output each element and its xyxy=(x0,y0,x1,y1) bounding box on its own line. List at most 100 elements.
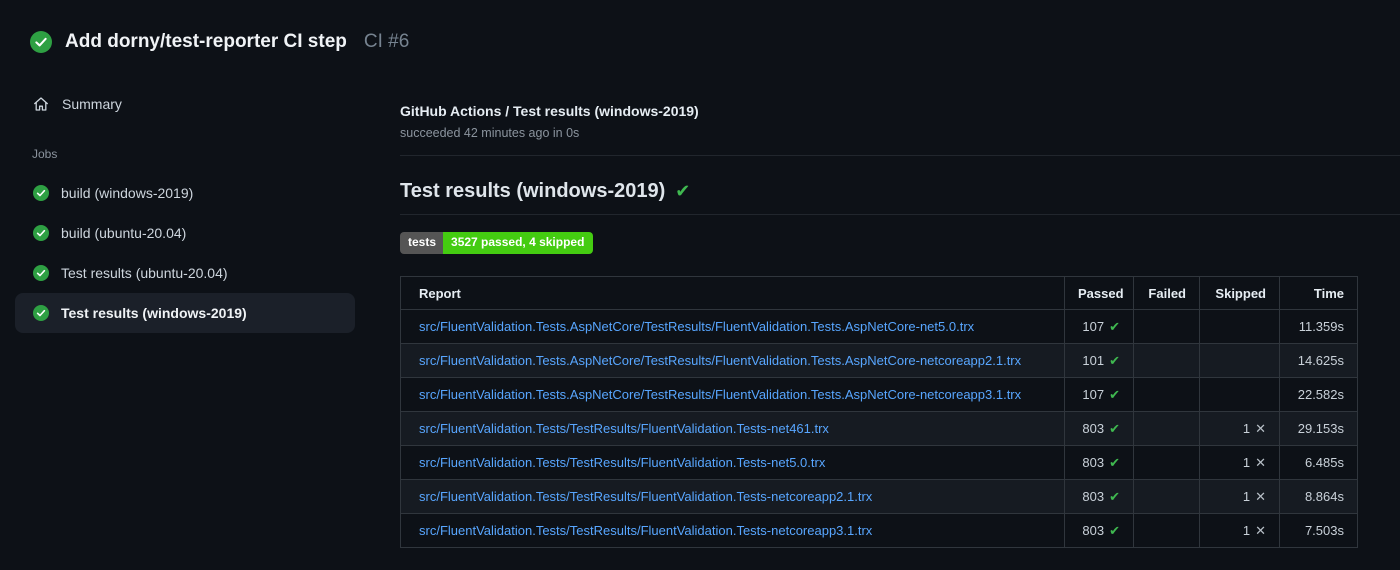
table-header-row: Report Passed Failed Skipped Time xyxy=(400,276,1358,310)
jobs-list: build (windows-2019) build (ubuntu-20.04… xyxy=(15,173,355,333)
time-value: 14.625s xyxy=(1297,353,1344,368)
failed-cell xyxy=(1133,377,1200,412)
tests-badge: tests 3527 passed, 4 skipped xyxy=(400,232,594,254)
report-link[interactable]: src/FluentValidation.Tests/TestResults/F… xyxy=(419,523,872,538)
job-label: build (ubuntu-20.04) xyxy=(61,225,187,241)
time-cell: 22.582s xyxy=(1279,377,1358,412)
passed-count: 803 xyxy=(1082,454,1105,470)
skipped-x-icon: ✕ xyxy=(1255,420,1266,436)
skipped-x-icon: ✕ xyxy=(1255,488,1266,504)
time-cell: 6.485s xyxy=(1279,445,1358,480)
failed-cell xyxy=(1133,343,1200,378)
check-run-page: Add dorny/test-reporter CI step CI #6 Su… xyxy=(0,0,1400,570)
time-value: 8.864s xyxy=(1304,489,1344,504)
job-label: Test results (windows-2019) xyxy=(61,305,247,321)
column-header-passed: Passed xyxy=(1064,276,1134,310)
sidebar-job-item[interactable]: build (ubuntu-20.04) xyxy=(15,213,355,253)
sidebar-summary-label: Summary xyxy=(62,96,122,112)
column-header-failed: Failed xyxy=(1133,276,1200,310)
passed-count: 101 xyxy=(1082,352,1105,368)
failed-cell xyxy=(1133,513,1200,548)
passed-cell: 803 ✔ xyxy=(1064,513,1134,548)
run-title: Add dorny/test-reporter CI step xyxy=(65,31,347,52)
passed-check-icon: ✔ xyxy=(1109,386,1120,402)
passed-check-icon: ✔ xyxy=(1109,454,1120,470)
skipped-cell xyxy=(1199,343,1280,378)
skipped-x-icon: ✕ xyxy=(1255,454,1266,470)
report-cell: src/FluentValidation.Tests/TestResults/F… xyxy=(400,479,1065,514)
success-check-icon: ✔ xyxy=(675,181,691,201)
time-value: 29.153s xyxy=(1297,421,1344,436)
report-cell: src/FluentValidation.Tests/TestResults/F… xyxy=(400,411,1065,446)
passed-count: 107 xyxy=(1082,318,1105,334)
header-divider xyxy=(400,155,1400,156)
time-cell: 29.153s xyxy=(1279,411,1358,446)
report-link[interactable]: src/FluentValidation.Tests.AspNetCore/Te… xyxy=(419,353,1021,368)
failed-cell xyxy=(1133,411,1200,446)
skipped-count: 1 xyxy=(1242,522,1251,538)
skipped-x-icon: ✕ xyxy=(1255,522,1266,538)
table-row: src/FluentValidation.Tests.AspNetCore/Te… xyxy=(400,377,1358,412)
test-results-table: Report Passed Failed Skipped Time src/Fluent… xyxy=(400,276,1358,548)
report-cell: src/FluentValidation.Tests.AspNetCore/Te… xyxy=(400,309,1065,344)
table-row: src/FluentValidation.Tests/TestResults/F… xyxy=(400,513,1358,548)
skipped-count: 1 xyxy=(1242,420,1251,436)
passed-count: 803 xyxy=(1082,522,1105,538)
failed-cell xyxy=(1133,445,1200,480)
failed-cell xyxy=(1133,309,1200,344)
sidebar: Summary Jobs build (windows-2019) build … xyxy=(15,88,355,333)
success-check-circle-icon xyxy=(30,31,52,53)
report-link[interactable]: src/FluentValidation.Tests/TestResults/F… xyxy=(419,455,825,470)
time-value: 7.503s xyxy=(1304,523,1344,538)
table-row: src/FluentValidation.Tests/TestResults/F… xyxy=(400,445,1358,480)
skipped-count: 1 xyxy=(1242,488,1251,504)
passed-count: 107 xyxy=(1082,386,1105,402)
report-cell: src/FluentValidation.Tests.AspNetCore/Te… xyxy=(400,377,1065,412)
sidebar-job-item[interactable]: build (windows-2019) xyxy=(15,173,355,213)
report-link[interactable]: src/FluentValidation.Tests.AspNetCore/Te… xyxy=(419,387,1021,402)
skipped-cell: 1 ✕ xyxy=(1199,411,1280,446)
sidebar-item-summary[interactable]: Summary xyxy=(15,88,355,120)
badge-value: 3527 passed, 4 skipped xyxy=(443,232,594,254)
passed-count: 803 xyxy=(1082,488,1105,504)
column-header-skipped: Skipped xyxy=(1199,276,1280,310)
time-cell: 11.359s xyxy=(1279,309,1358,344)
passed-count: 803 xyxy=(1082,420,1105,436)
report-link[interactable]: src/FluentValidation.Tests/TestResults/F… xyxy=(419,421,829,436)
passed-check-icon: ✔ xyxy=(1109,420,1120,436)
check-circle-icon xyxy=(33,185,49,201)
table-row: src/FluentValidation.Tests.AspNetCore/Te… xyxy=(400,343,1358,378)
time-value: 6.485s xyxy=(1304,455,1344,470)
passed-cell: 803 ✔ xyxy=(1064,445,1134,480)
report-link[interactable]: src/FluentValidation.Tests/TestResults/F… xyxy=(419,489,872,504)
table-row: src/FluentValidation.Tests/TestResults/F… xyxy=(400,411,1358,446)
time-cell: 14.625s xyxy=(1279,343,1358,378)
job-label: build (windows-2019) xyxy=(61,185,194,201)
column-header-report: Report xyxy=(400,276,1065,310)
sidebar-job-item[interactable]: Test results (ubuntu-20.04) xyxy=(15,253,355,293)
passed-cell: 803 ✔ xyxy=(1064,411,1134,446)
skipped-cell: 1 ✕ xyxy=(1199,479,1280,514)
passed-cell: 107 ✔ xyxy=(1064,377,1134,412)
section-title-text: Test results (windows-2019) xyxy=(400,180,666,202)
skipped-cell xyxy=(1199,377,1280,412)
passed-cell: 107 ✔ xyxy=(1064,309,1134,344)
skipped-count: 1 xyxy=(1242,454,1251,470)
passed-cell: 803 ✔ xyxy=(1064,479,1134,514)
report-link[interactable]: src/FluentValidation.Tests.AspNetCore/Te… xyxy=(419,319,974,334)
passed-check-icon: ✔ xyxy=(1109,318,1120,334)
failed-cell xyxy=(1133,479,1200,514)
report-cell: src/FluentValidation.Tests/TestResults/F… xyxy=(400,445,1065,480)
main-content: GitHub Actions / Test results (windows-2… xyxy=(400,0,1400,548)
table-row: src/FluentValidation.Tests.AspNetCore/Te… xyxy=(400,309,1358,344)
sidebar-job-item[interactable]: Test results (windows-2019) xyxy=(15,293,355,333)
check-status-text: succeeded 42 minutes ago in 0s xyxy=(400,126,580,140)
time-cell: 8.864s xyxy=(1279,479,1358,514)
column-header-time: Time xyxy=(1279,276,1358,310)
passed-check-icon: ✔ xyxy=(1109,522,1120,538)
passed-cell: 101 ✔ xyxy=(1064,343,1134,378)
run-header: Add dorny/test-reporter CI step CI #6 xyxy=(30,31,409,53)
section-title: Test results (windows-2019) ✔ xyxy=(400,180,1400,215)
passed-check-icon: ✔ xyxy=(1109,352,1120,368)
report-cell: src/FluentValidation.Tests/TestResults/F… xyxy=(400,513,1065,548)
